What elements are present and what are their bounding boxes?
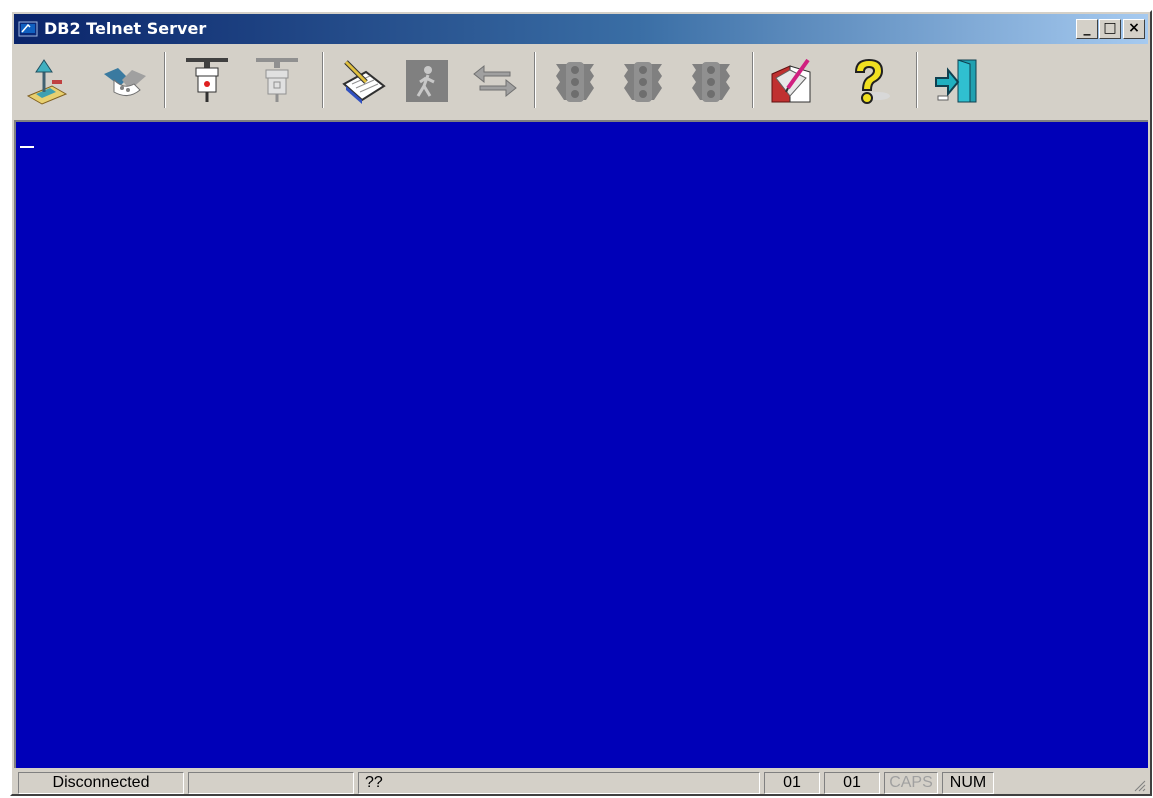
traffic-light-button-2[interactable] [614, 50, 672, 112]
notepad-pencil-icon [342, 60, 386, 104]
close-button[interactable]: × [1123, 19, 1145, 39]
traffic-light-icon-2 [624, 62, 662, 102]
toolbar-separator [322, 52, 324, 108]
terminal-screen[interactable] [14, 120, 1148, 768]
plug-in-icon [186, 58, 228, 102]
app-window: DB2 Telnet Server _ □ × Disconnected ?? … [10, 10, 1152, 796]
help-button[interactable] [840, 50, 898, 112]
traffic-light-icon-3 [692, 62, 730, 102]
book-edit-button[interactable] [762, 50, 820, 112]
traffic-light-button-3[interactable] [682, 50, 740, 112]
maximize-button[interactable]: □ [1099, 19, 1121, 39]
walk-button[interactable] [398, 50, 456, 112]
minimize-button[interactable]: _ [1076, 19, 1098, 39]
toolbar-separator [752, 52, 754, 108]
connect-button[interactable] [18, 50, 76, 112]
toolbar-separator [916, 52, 918, 108]
resize-grip-icon[interactable] [1132, 778, 1146, 792]
window-title: DB2 Telnet Server [44, 19, 207, 38]
notepad-button[interactable] [334, 50, 392, 112]
help-question-icon [854, 58, 890, 104]
exit-button[interactable] [928, 50, 986, 112]
handshake-button[interactable] [96, 50, 154, 112]
transfer-button[interactable] [466, 50, 524, 112]
title-bar[interactable]: DB2 Telnet Server _ □ × [14, 14, 1148, 44]
cursor-column: 01 [824, 772, 880, 794]
status-bar: Disconnected ?? 01 01 CAPS NUM [14, 770, 1148, 794]
connect-lamp-icon [26, 59, 68, 105]
text-cursor [20, 146, 34, 148]
walking-person-icon [406, 60, 448, 102]
toolbar [14, 46, 1148, 118]
status-message: ?? [358, 772, 760, 794]
plug-out-button[interactable] [248, 50, 306, 112]
handshake-icon [104, 68, 146, 96]
terminal-app-icon[interactable] [18, 19, 38, 39]
connection-status: Disconnected [18, 772, 184, 794]
status-panel-empty [188, 772, 354, 794]
book-edit-icon [771, 58, 811, 103]
caps-lock-indicator: CAPS [884, 772, 938, 794]
traffic-light-button-1[interactable] [546, 50, 604, 112]
traffic-light-icon-1 [556, 62, 594, 102]
exit-door-icon [935, 59, 977, 103]
toolbar-separator [534, 52, 536, 108]
transfer-arrows-icon [473, 64, 517, 98]
toolbar-separator [164, 52, 166, 108]
num-lock-indicator: NUM [942, 772, 994, 794]
plug-in-button[interactable] [178, 50, 236, 112]
cursor-row: 01 [764, 772, 820, 794]
plug-out-icon [256, 58, 298, 102]
